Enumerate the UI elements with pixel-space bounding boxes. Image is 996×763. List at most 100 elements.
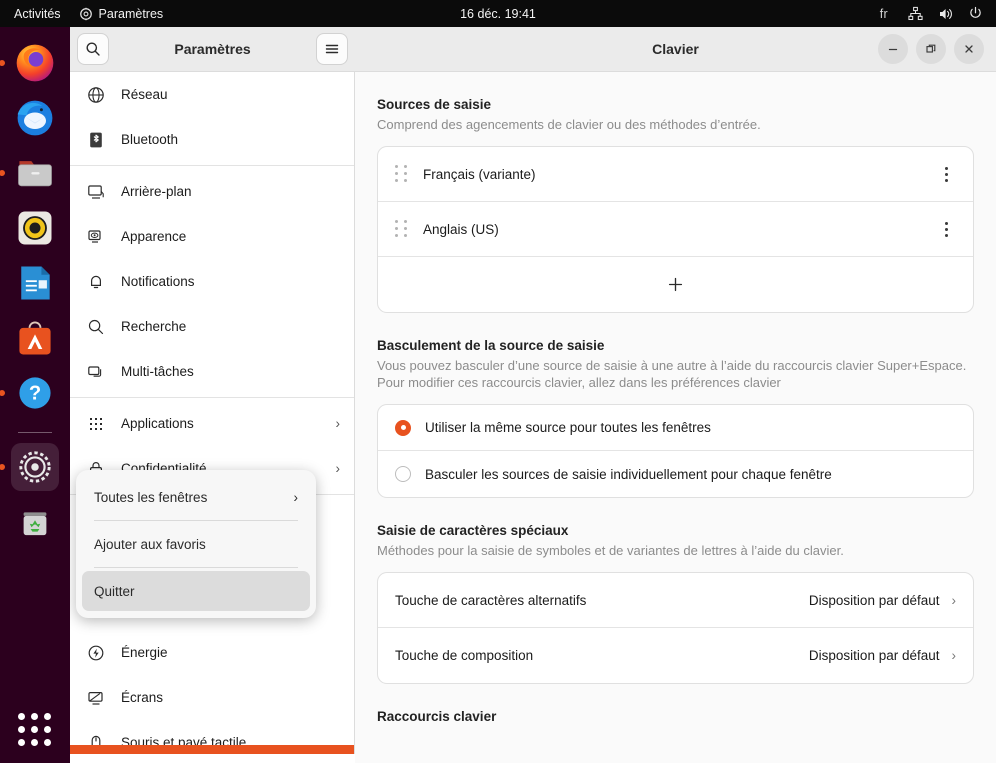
section-title-special-characters: Saisie de caractères spéciaux (377, 523, 569, 538)
context-menu-item-add-to-favorites[interactable]: Ajouter aux favoris (82, 524, 310, 564)
context-menu-item-label: Ajouter aux favoris (94, 536, 206, 552)
show-applications-button[interactable] (18, 713, 52, 747)
three-dots-icon[interactable] (936, 163, 956, 185)
sidebar-separator (70, 397, 354, 398)
grid-dot (31, 713, 38, 720)
app-menu-label: Paramètres (98, 6, 164, 21)
sidebar-item-notifications[interactable]: Notifications (70, 259, 354, 304)
power-circle-icon (85, 642, 107, 664)
sidebar-item-applications[interactable]: Applications › (70, 401, 354, 446)
dock-item-help[interactable]: ? (11, 369, 59, 417)
sidebar-item-label: Notifications (121, 274, 195, 289)
sidebar-item-label: Réseau (121, 87, 168, 102)
sidebar-item-energie[interactable]: Énergie (70, 630, 354, 675)
dock-item-trash[interactable] (11, 498, 59, 546)
input-source-row-english[interactable]: Anglais (US) (378, 202, 973, 257)
chevron-right-icon: › (335, 461, 341, 476)
switching-option-per-window[interactable]: Basculer les sources de saisie individue… (378, 451, 973, 497)
special-characters-card: Touche de caractères alternatifs Disposi… (377, 572, 974, 684)
window-title: Clavier (652, 41, 699, 57)
context-menu-item-all-windows[interactable]: Toutes les fenêtres › (82, 477, 310, 517)
top-bar-status-area[interactable]: fr (870, 0, 988, 27)
globe-icon (85, 84, 107, 106)
multitasking-icon (85, 361, 107, 383)
sidebar-item-label: Énergie (121, 645, 168, 660)
svg-text:?: ? (29, 382, 41, 404)
main-headerbar: Clavier (355, 27, 996, 72)
grid-dot (18, 726, 25, 733)
sidebar-accent-bar (70, 745, 354, 754)
settings-sidebar[interactable]: Réseau Bluetooth Arrière-plan Apparence (70, 72, 355, 754)
main-menu-button[interactable] (316, 33, 348, 65)
activities-button[interactable]: Activités (0, 0, 70, 27)
radio-button[interactable] (395, 466, 411, 482)
sidebar-item-arriere-plan[interactable]: Arrière-plan (70, 169, 354, 214)
grid-dot (31, 726, 38, 733)
section-title-keyboard-shortcuts: Raccourcis clavier (377, 709, 497, 724)
dock-item-rhythmbox[interactable] (11, 204, 59, 252)
sidebar-item-label: Écrans (121, 690, 164, 705)
dock-item-libreoffice-writer[interactable] (11, 259, 59, 307)
sidebar-item-label: Multi-tâches (121, 364, 194, 379)
chevron-right-icon: › (293, 489, 299, 505)
clock-label: 16 déc. 19:41 (460, 6, 536, 21)
radio-button-selected[interactable] (395, 419, 411, 436)
dock-context-menu[interactable]: Toutes les fenêtres › Ajouter aux favori… (76, 470, 316, 618)
sidebar-headerbar: Paramètres (70, 27, 355, 72)
minimize-button[interactable] (878, 34, 908, 64)
sidebar-item-label: Arrière-plan (121, 184, 192, 199)
sidebar-item-recherche[interactable]: Recherche (70, 304, 354, 349)
hamburger-icon (324, 41, 340, 57)
keyboard-settings-panel: Sources de saisie Comprend des agencemen… (355, 72, 996, 763)
close-button[interactable] (954, 34, 984, 64)
chevron-right-icon: › (951, 592, 957, 608)
sidebar-item-multitaches[interactable]: Multi-tâches (70, 349, 354, 394)
sidebar-item-label: Recherche (121, 319, 187, 334)
context-menu-separator (94, 567, 298, 568)
sidebar-title: Paramètres (174, 41, 251, 57)
context-menu-item-label: Quitter (94, 583, 135, 599)
compose-key-row[interactable]: Touche de composition Disposition par dé… (378, 628, 973, 683)
power-icon[interactable] (962, 0, 988, 27)
switching-option-same-source[interactable]: Utiliser la même source pour toutes les … (378, 405, 973, 451)
maximize-button[interactable] (916, 34, 946, 64)
three-dots-icon[interactable] (936, 218, 956, 240)
dock-separator (18, 432, 52, 433)
app-menu-button[interactable]: Paramètres (70, 0, 173, 27)
gnome-top-bar: Activités Paramètres 16 déc. 19:41 fr (0, 0, 996, 27)
dock-item-firefox[interactable] (11, 39, 59, 87)
drag-handle-icon[interactable] (395, 220, 409, 238)
dock-item-settings[interactable] (11, 443, 59, 491)
add-input-source-button[interactable] (378, 257, 973, 312)
volume-icon[interactable] (932, 0, 958, 27)
keyboard-layout-indicator[interactable]: fr (870, 7, 898, 21)
section-subtitle-special-characters: Méthodes pour la saisie de symboles et d… (377, 543, 844, 558)
dock-item-files[interactable] (11, 149, 59, 197)
settings-window: Paramètres Clavier Réseau Bluetooth Arri… (70, 27, 996, 763)
sidebar-item-ecrans[interactable]: Écrans (70, 675, 354, 720)
switching-options-card: Utiliser la même source pour toutes les … (377, 404, 974, 498)
plus-icon (667, 276, 684, 293)
search-icon (85, 41, 101, 57)
input-source-row-french[interactable]: Français (variante) (378, 147, 973, 202)
dock-item-thunderbird[interactable] (11, 94, 59, 142)
chevron-right-icon: › (951, 648, 957, 663)
drag-handle-icon[interactable] (395, 165, 409, 183)
activities-label: Activités (14, 6, 61, 21)
sidebar-item-apparence[interactable]: Apparence (70, 214, 354, 259)
sidebar-item-bluetooth[interactable]: Bluetooth (70, 117, 354, 162)
grid-dot (31, 739, 38, 746)
dock-item-ubuntu-software[interactable] (11, 314, 59, 362)
context-menu-item-quit[interactable]: Quitter (82, 571, 310, 611)
sidebar-item-reseau[interactable]: Réseau (70, 72, 354, 117)
input-sources-card: Français (variante) Anglais (US) (377, 146, 974, 313)
switching-option-label: Basculer les sources de saisie individue… (425, 466, 832, 482)
alternate-characters-key-row[interactable]: Touche de caractères alternatifs Disposi… (378, 573, 973, 628)
search-icon (85, 316, 107, 338)
sidebar-separator (70, 165, 354, 166)
row-label: Touche de composition (395, 648, 534, 663)
network-icon[interactable] (902, 0, 928, 27)
grid-dot (44, 713, 51, 720)
search-button[interactable] (77, 33, 109, 65)
row-label: Touche de caractères alternatifs (395, 592, 587, 608)
